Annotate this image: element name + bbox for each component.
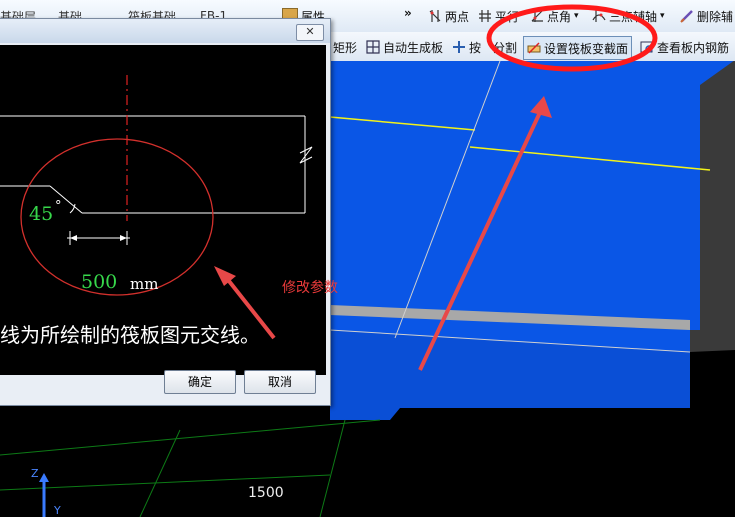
two-point-icon [429, 10, 441, 22]
variable-section-icon [527, 42, 541, 54]
rectangle-button[interactable]: 矩形 [333, 36, 357, 58]
axis-z-label: Z [31, 467, 39, 480]
parallel-button[interactable]: 平行 [478, 5, 519, 27]
view-slab-rebar-button[interactable]: 查看板内钢筋 [640, 36, 729, 58]
parallel-icon [479, 10, 491, 22]
overflow-chevron[interactable]: » [404, 2, 412, 24]
angle-value[interactable]: 45 [29, 203, 53, 225]
split-by-button[interactable]: 按 分割 [452, 36, 517, 58]
break-symbol-icon [299, 146, 313, 164]
split-icon [453, 41, 465, 53]
grid-icon [366, 40, 380, 54]
chevron-down-icon[interactable]: ▾ [574, 11, 579, 21]
rebar-view-icon [640, 41, 653, 53]
two-point-button[interactable]: 两点 [428, 5, 469, 27]
section-preview: 45 ° 500 mm 线为所绘制的筏板图元交线。 [0, 45, 326, 375]
point-angle-icon [531, 10, 543, 22]
dimension-value[interactable]: 500 [81, 271, 117, 293]
axis-y-label: Y [54, 504, 61, 517]
degree-symbol: ° [55, 199, 62, 214]
three-point-axis-icon [592, 10, 606, 22]
close-button[interactable]: ✕ [296, 24, 324, 41]
point-angle-button[interactable]: 点角 ▾ [530, 5, 579, 27]
set-raft-variable-section-button[interactable]: 设置筏板变截面 [523, 36, 633, 60]
auto-generate-slab-button[interactable]: 自动生成板 [366, 36, 443, 58]
modify-params-annotation: 修改参数 [282, 280, 338, 296]
dialog-titlebar[interactable] [0, 19, 330, 43]
caption-text: 线为所绘制的筏板图元交线。 [0, 323, 260, 347]
delete-axis-button[interactable]: 删除辅 [680, 5, 733, 27]
ground-mask [0, 408, 735, 517]
raft-section-dialog: ✕ 45 ° 500 mm 线为所绘制的筏板图元交线。 确定 取消 [0, 18, 331, 406]
dimension-unit: mm [130, 275, 159, 293]
delete-axis-icon [680, 10, 693, 23]
chevron-down-icon[interactable]: ▾ [660, 11, 665, 21]
ok-button[interactable]: 确定 [164, 370, 236, 394]
cancel-button[interactable]: 取消 [244, 370, 316, 394]
three-point-axis-button[interactable]: 三点辅轴 ▾ [592, 5, 665, 27]
dimension-label: 1500 [248, 485, 284, 501]
